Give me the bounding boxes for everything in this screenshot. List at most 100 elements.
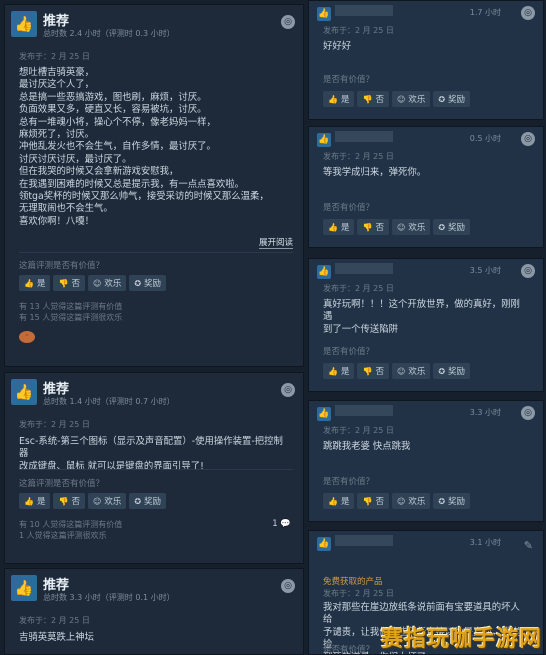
wrench-icon: ✎ [523, 539, 533, 552]
review-header: 👍 推荐 总时数 2.4 小时（评测时 0.3 小时） ◎ [5, 5, 303, 43]
blurred-username [335, 131, 393, 142]
steam-icon[interactable]: ◎ [281, 15, 295, 29]
award-button[interactable]: ✪ 奖励 [433, 219, 471, 235]
award-button[interactable]: ✪ 奖励 [129, 275, 167, 291]
vote-no-button[interactable]: 👎 否 [357, 219, 389, 235]
comment-count[interactable]: 1 💬 [272, 519, 291, 529]
thumbs-up-icon: 👍 [328, 222, 338, 232]
review-card-r3: 👍 3.5 小时 ◎ 发布于：2 月 25 日 真好玩啊！！！这个开放世界，做的… [308, 258, 544, 392]
steam-icon[interactable]: ◎ [521, 264, 535, 278]
site-watermark: 赛指玩咖手游网 [380, 627, 542, 652]
playtime: 1.7 小时 [469, 8, 501, 17]
posted-date: 发布于：2 月 25 日 [19, 52, 90, 61]
blurred-username [335, 535, 393, 546]
helpful-question: 是否有价值？ [323, 75, 375, 85]
award-icon: ✪ [134, 278, 142, 288]
posted-date: 发布于：2 月 25 日 [323, 589, 394, 598]
vote-buttons: 👍 是 👎 否 ☺ 欢乐 ✪ 奖励 [323, 91, 471, 107]
vote-no-button[interactable]: 👎 否 [53, 275, 85, 291]
free-product-label: 免费获取的产品 [323, 577, 383, 587]
thumbs-up-icon: 👍 [317, 407, 331, 421]
thumbs-up-icon: 👍 [317, 265, 331, 279]
review-card-r1: 👍 1.7 小时 ◎ 发布于：2 月 25 日 好好好 是否有价值？ 👍 是 👎 否… [308, 0, 544, 120]
steam-icon[interactable]: ◎ [521, 6, 535, 20]
divider [19, 252, 293, 253]
vote-funny-button[interactable]: ☺ 欢乐 [87, 275, 127, 291]
helpful-question: 这篇评测是否有价值？ [19, 261, 105, 271]
review-text: 跳跳我老婆 快点跳我 [323, 441, 411, 452]
thumbs-down-icon: 👎 [58, 496, 69, 506]
thumbs-down-icon: 👎 [362, 94, 373, 104]
playtime: 总时数 1.4 小时（评测时 0.7 小时） [43, 397, 175, 406]
emoji-award-icon: ᵔ [19, 331, 35, 343]
vote-buttons: 👍 是 👎 否 ☺ 欢乐 ✪ 奖励 [19, 275, 167, 291]
helpful-question: 是否有价值？ [323, 477, 375, 487]
vote-yes-button[interactable]: 👍 是 [323, 219, 355, 235]
smiley-icon: ☺ [396, 366, 406, 376]
playtime: 3.5 小时 [469, 266, 501, 275]
comment-icon: 💬 [280, 519, 291, 529]
vote-funny-button[interactable]: ☺ 欢乐 [87, 493, 127, 509]
review-stats: 有 13 人觉得这篇评测有价值 有 15 人觉得这篇评测很欢乐 [19, 302, 123, 322]
review-text: 真好玩啊！！！这个开放世界，做的真好，刚刚遇 到了一个传送陷阱 [323, 299, 520, 335]
review-text: 好好好 [323, 41, 352, 52]
review-card-2: 👍 推荐 总时数 1.4 小时（评测时 0.7 小时） ◎ 发布于：2 月 25… [4, 372, 304, 564]
smiley-icon: ☺ [396, 496, 406, 506]
review-stats: 有 10 人觉得这篇评测有价值 1 人觉得这篇评测很欢乐 [19, 520, 123, 540]
steam-icon[interactable]: ◎ [281, 383, 295, 397]
thumbs-up-icon: 👍 [11, 379, 37, 405]
posted-date: 发布于：2 月 25 日 [323, 426, 394, 435]
steam-icon[interactable]: ◎ [521, 132, 535, 146]
award-icon: ✪ [438, 366, 446, 376]
helpful-question: 是否有价值？ [323, 347, 375, 357]
award-button[interactable]: ✪ 奖励 [433, 493, 471, 509]
vote-buttons: 👍 是 👎 否 ☺ 欢乐 ✪ 奖励 [323, 219, 471, 235]
posted-date: 发布于：2 月 25 日 [323, 152, 394, 161]
award-icon: ✪ [438, 222, 446, 232]
thumbs-up-icon: 👍 [24, 278, 34, 288]
award-icon: ✪ [438, 496, 446, 506]
vote-yes-button[interactable]: 👍 是 [323, 363, 355, 379]
posted-date: 发布于：2 月 25 日 [323, 26, 394, 35]
vote-funny-button[interactable]: ☺ 欢乐 [391, 363, 431, 379]
helpful-question: 这篇评测是否有价值？ [19, 479, 105, 489]
thumbs-up-icon: 👍 [317, 133, 331, 147]
thumbs-down-icon: 👎 [58, 278, 69, 288]
vote-no-button[interactable]: 👎 否 [357, 363, 389, 379]
review-header: 👍 推荐 总时数 3.3 小时（评测时 0.1 小时） ◎ [5, 569, 303, 607]
vote-yes-button[interactable]: 👍 是 [19, 275, 51, 291]
vote-funny-button[interactable]: ☺ 欢乐 [391, 493, 431, 509]
blurred-username [335, 405, 393, 416]
vote-funny-button[interactable]: ☺ 欢乐 [391, 219, 431, 235]
award-button[interactable]: ✪ 奖励 [433, 363, 471, 379]
vote-no-button[interactable]: 👎 否 [357, 493, 389, 509]
vote-funny-button[interactable]: ☺ 欢乐 [391, 91, 431, 107]
steam-icon[interactable]: ◎ [281, 579, 295, 593]
thumbs-up-icon: 👍 [317, 537, 331, 551]
vote-no-button[interactable]: 👎 否 [357, 91, 389, 107]
steam-icon[interactable]: ◎ [521, 406, 535, 420]
vote-yes-button[interactable]: 👍 是 [19, 493, 51, 509]
review-text: 等我学成归来，弹死你。 [323, 167, 427, 178]
recommend-label: 推荐 [43, 578, 70, 593]
thumbs-up-icon: 👍 [11, 11, 37, 37]
thumbs-up-icon: 👍 [24, 496, 34, 506]
blurred-username [335, 5, 393, 16]
thumbs-up-icon: 👍 [328, 496, 338, 506]
review-card-r2: 👍 0.5 小时 ◎ 发布于：2 月 25 日 等我学成归来，弹死你。 是否有价… [308, 126, 544, 248]
thumbs-up-icon: 👍 [328, 366, 338, 376]
vote-yes-button[interactable]: 👍 是 [323, 493, 355, 509]
review-card-3: 👍 推荐 总时数 3.3 小时（评测时 0.1 小时） ◎ 发布于：2 月 25… [4, 568, 304, 655]
vote-yes-button[interactable]: 👍 是 [323, 91, 355, 107]
review-card-r4: 👍 3.3 小时 ◎ 发布于：2 月 25 日 跳跳我老婆 快点跳我 是否有价值… [308, 400, 544, 522]
award-icon: ✪ [438, 94, 446, 104]
award-button[interactable]: ✪ 奖励 [433, 91, 471, 107]
review-text: 想吐槽吉骑英豪， 最讨厌这个人了， 总是搞一些恶搞游戏，图也刷，麻烦，讨厌。 负… [19, 67, 269, 227]
expand-link[interactable]: 展开阅读 [258, 236, 293, 249]
playtime: 总时数 2.4 小时（评测时 0.3 小时） [43, 29, 175, 38]
vote-no-button[interactable]: 👎 否 [53, 493, 85, 509]
vote-buttons: 👍 是 👎 否 ☺ 欢乐 ✪ 奖励 [323, 363, 471, 379]
recommend-label: 推荐 [43, 14, 70, 29]
smiley-icon: ☺ [92, 278, 102, 288]
award-button[interactable]: ✪ 奖励 [129, 493, 167, 509]
